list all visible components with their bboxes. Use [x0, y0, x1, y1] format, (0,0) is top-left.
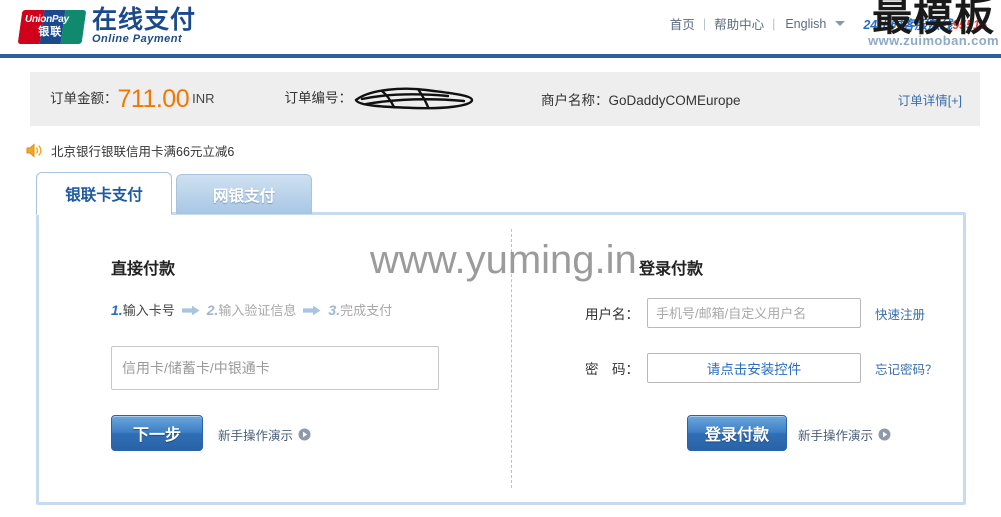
step-1: 1.输入卡号: [111, 300, 175, 319]
page-root: UnionPay 银联 在线支付 Online Payment 首页 | 帮助中…: [0, 0, 1001, 517]
step-2-number: 2.: [206, 302, 219, 318]
card-number-input[interactable]: [111, 346, 439, 390]
username-label: 用户名：: [585, 307, 639, 322]
step-3-number: 3.: [328, 302, 341, 318]
logo-title-cn: 在线支付: [92, 6, 197, 34]
step-1-number: 1.: [111, 302, 123, 318]
panel-divider: [511, 229, 512, 488]
username-row: 用户名： 快速注册: [579, 298, 925, 328]
order-number-redacted: [352, 86, 477, 112]
nav-link-help-center[interactable]: 帮助中心: [714, 14, 764, 33]
tab-online-banking[interactable]: 网银支付: [176, 174, 312, 214]
login-pay-button[interactable]: 登录付款: [687, 415, 787, 451]
step-3-label: 完成支付: [340, 303, 393, 318]
payment-panel: 直接付款 1.输入卡号 2.输入验证信息 3.完成支付 信用卡/储蓄卡/中银通卡…: [36, 212, 966, 505]
direct-pay-steps: 1.输入卡号 2.输入验证信息 3.完成支付: [111, 300, 392, 319]
logo-mark-top-text: UnionPay: [25, 13, 69, 25]
logo-text-block: 在线支付 Online Payment: [92, 7, 196, 46]
merchant-group: 商户名称：GoDaddyCOMEurope: [541, 89, 741, 109]
hotline-prefix: 24小时客服热线: [863, 18, 953, 32]
direct-pay-demo-link[interactable]: 新手操作演示: [218, 425, 311, 444]
logo-title-en: Online Payment: [92, 33, 183, 45]
nav-link-home[interactable]: 首页: [670, 14, 695, 33]
order-number-group: 订单编号：: [285, 86, 478, 112]
language-selector-label[interactable]: English: [785, 17, 826, 31]
hotline-number: 95516: [952, 18, 987, 32]
tab-unionpay-card-label: 银联卡支付: [65, 186, 143, 204]
password-control-install-prompt[interactable]: 请点击安装控件: [647, 353, 861, 383]
promotion-notice-text: 北京银行银联信用卡满66元立减6: [51, 145, 235, 159]
payment-method-tabs: 银联卡支付 网银支付: [36, 172, 312, 215]
login-pay-demo-link[interactable]: 新手操作演示: [798, 425, 891, 444]
password-label: 密 码：: [585, 362, 639, 377]
header-blue-rule: [0, 54, 1001, 58]
order-summary-bar: 订单金额：711.00 INR 订单编号： 商户名称：GoDaddyCOMEuro…: [30, 72, 980, 126]
step-3: 3.完成支付: [328, 300, 392, 319]
order-currency: INR: [192, 90, 215, 106]
step-1-label: 输入卡号: [122, 303, 175, 318]
unionpay-logo[interactable]: UnionPay 银联 在线支付 Online Payment: [17, 7, 196, 46]
nav-separator-1: |: [702, 16, 707, 31]
step-2-label: 输入验证信息: [218, 303, 297, 318]
order-number-label: 订单编号：: [284, 90, 353, 106]
tab-unionpay-card[interactable]: 银联卡支付: [36, 172, 172, 215]
quick-register-link[interactable]: 快速注册: [875, 304, 925, 323]
direct-pay-title: 直接付款: [111, 261, 176, 278]
order-details-link[interactable]: 订单详情[+]: [898, 90, 962, 109]
login-pay-title: 登录付款: [639, 261, 704, 278]
direct-pay-demo-label: 新手操作演示: [218, 429, 294, 443]
username-input[interactable]: [647, 298, 861, 328]
order-amount-group: 订单金额：711.00 INR: [50, 85, 215, 114]
tab-online-banking-label: 网银支付: [212, 187, 275, 205]
merchant-label: 商户名称：: [541, 93, 609, 108]
header-nav: 首页 | 帮助中心 | English 24小时客服热线95516: [670, 14, 987, 33]
speaker-icon: [26, 143, 43, 158]
chevron-down-icon[interactable]: [835, 21, 846, 26]
next-step-button[interactable]: 下一步: [111, 415, 203, 451]
login-pay-demo-label: 新手操作演示: [798, 429, 874, 443]
order-amount-label: 订单金额：: [50, 90, 118, 106]
play-icon-2: [878, 428, 891, 441]
forgot-password-link[interactable]: 忘记密码？: [875, 359, 938, 378]
nav-separator-2: |: [772, 16, 776, 31]
password-row: 密 码： 请点击安装控件 忘记密码？: [579, 353, 938, 383]
play-icon-1: [298, 428, 311, 441]
arrow-right-icon-1: [181, 304, 200, 316]
order-amount-value: 711.00: [117, 84, 190, 113]
customer-service-hotline: 24小时客服热线95516: [863, 14, 987, 33]
unionpay-mark-icon: UnionPay 银联: [17, 9, 87, 44]
site-header: UnionPay 银联 在线支付 Online Payment 首页 | 帮助中…: [0, 0, 1001, 54]
logo-mark-bottom-text: 银联: [38, 25, 63, 38]
merchant-value: GoDaddyCOMEurope: [608, 93, 741, 108]
promotion-notice: 北京银行银联信用卡满66元立减6: [26, 141, 234, 160]
watermark-url-text: www.zuimoban.com: [868, 33, 999, 48]
step-2: 2.输入验证信息: [207, 300, 297, 319]
arrow-right-icon-2: [303, 304, 321, 316]
